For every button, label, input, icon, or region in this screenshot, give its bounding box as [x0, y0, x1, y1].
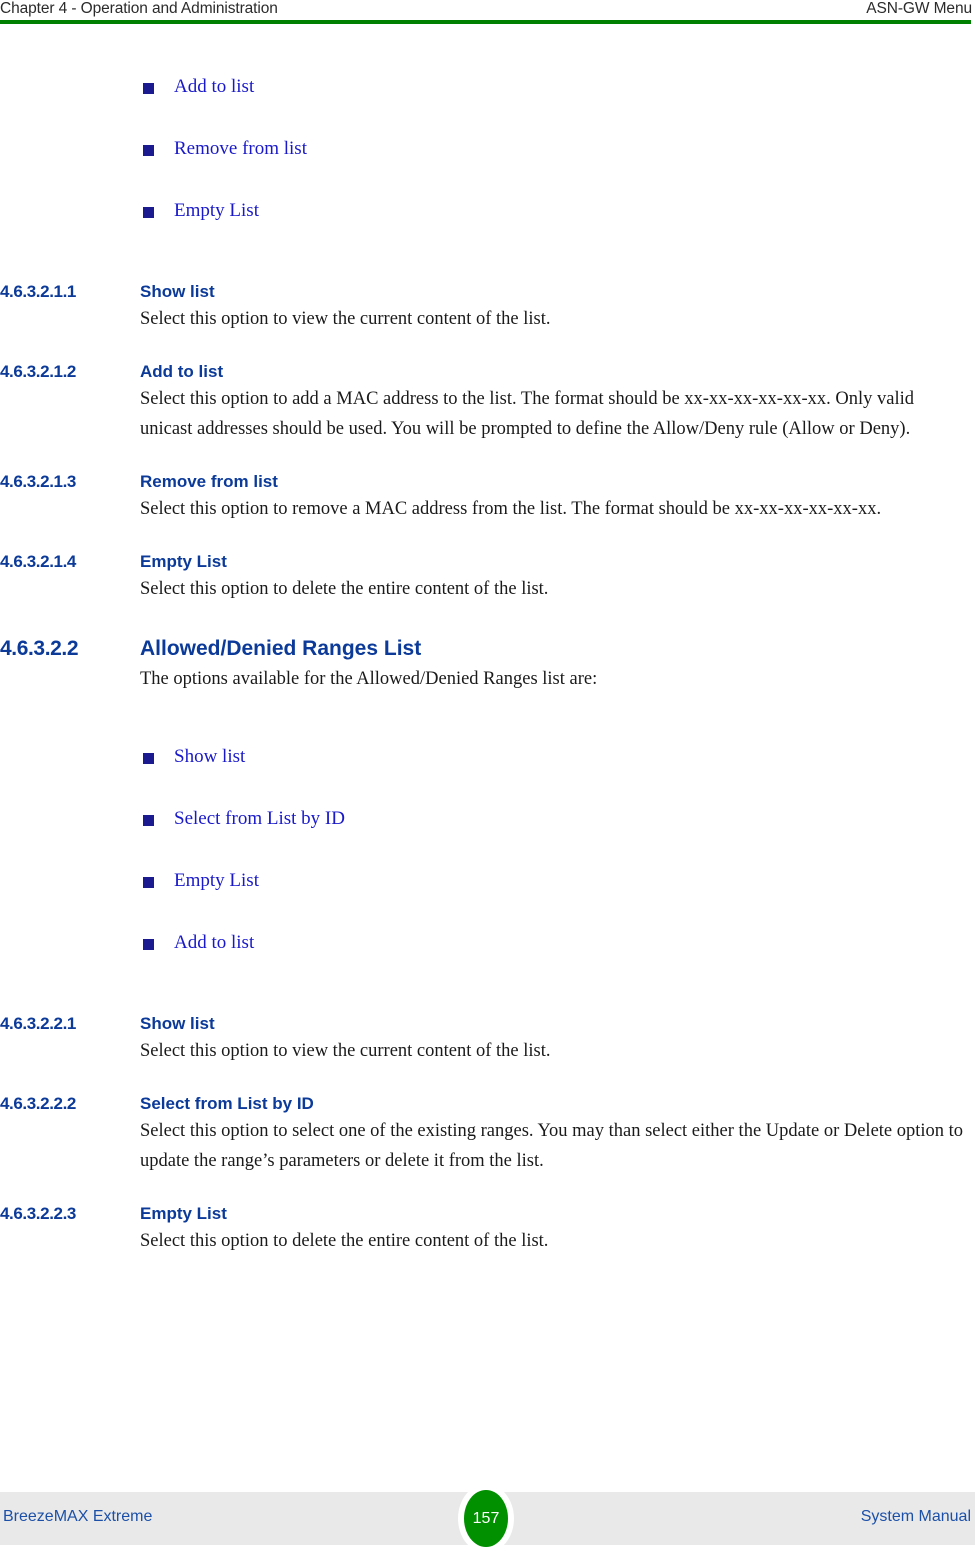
bullet-square-icon — [143, 939, 154, 950]
list-item: Empty List — [0, 868, 975, 930]
section-4-6-3-2-2: 4.6.3.2.2 Allowed/Denied Ranges List The… — [0, 634, 975, 694]
ranges-list-options: Show list Select from List by ID Empty L… — [0, 744, 975, 992]
section-title: Select from List by ID — [140, 1094, 314, 1113]
section-body: Select this option to remove a MAC addre… — [140, 499, 882, 519]
section-number: 4.6.3.2.1.2 — [0, 362, 76, 381]
section-body: Select this option to delete the entire … — [140, 579, 549, 599]
list-item: Remove from list — [0, 136, 975, 198]
section-body: The options available for the Allowed/De… — [140, 669, 598, 689]
list-item-label: Add to list — [174, 932, 255, 953]
section-title: Remove from list — [140, 472, 278, 491]
section-heading: 4.6.3.2.2.2 Select from List by ID — [0, 1092, 975, 1116]
bullet-square-icon — [143, 83, 154, 94]
section-number: 4.6.3.2.1.3 — [0, 472, 76, 491]
list-item: Select from List by ID — [0, 806, 975, 868]
list-item-label: Show list — [174, 746, 246, 767]
document-content: Add to list Remove from list Empty List … — [0, 24, 975, 1256]
section-body: Select this option to view the current c… — [140, 309, 551, 329]
section-title: Add to list — [140, 362, 224, 381]
bullet-square-icon — [143, 753, 154, 764]
section-heading: 4.6.3.2.2.1 Show list — [0, 1012, 975, 1036]
section-number: 4.6.3.2.2.2 — [0, 1094, 76, 1113]
list-item: Empty List — [0, 198, 975, 260]
section-heading: 4.6.3.2.1.3 Remove from list — [0, 470, 975, 494]
section-body: Select this option to view the current c… — [140, 1041, 551, 1061]
list-item-label: Select from List by ID — [174, 808, 345, 829]
section-number: 4.6.3.2.1.1 — [0, 282, 76, 301]
bullet-square-icon — [143, 815, 154, 826]
section-4-6-3-2-1-4: 4.6.3.2.1.4 Empty List Select this optio… — [0, 550, 975, 604]
list-item: Add to list — [0, 74, 975, 136]
page-number: 157 — [464, 1490, 508, 1547]
spacer-after-second-list — [0, 992, 975, 1012]
section-body: Select this option to delete the entire … — [140, 1231, 549, 1251]
section-heading: 4.6.3.2.2.3 Empty List — [0, 1202, 975, 1226]
mac-list-options: Add to list Remove from list Empty List — [0, 74, 975, 260]
bullet-square-icon — [143, 877, 154, 888]
section-heading: 4.6.3.2.1.2 Add to list — [0, 360, 975, 384]
section-number: 4.6.3.2.1.4 — [0, 552, 76, 571]
bullet-square-icon — [143, 207, 154, 218]
section-4-6-3-2-1-2: 4.6.3.2.1.2 Add to list Select this opti… — [0, 360, 975, 444]
section-number: 4.6.3.2.2 — [0, 637, 79, 660]
list-item-label: Add to list — [174, 76, 255, 97]
section-title: Empty List — [140, 552, 227, 571]
list-item-label: Empty List — [174, 200, 259, 221]
list-item: Add to list — [0, 930, 975, 992]
section-heading: 4.6.3.2.1.4 Empty List — [0, 550, 975, 574]
section-4-6-3-2-1-3: 4.6.3.2.1.3 Remove from list Select this… — [0, 470, 975, 524]
page-footer: BreezeMAX Extreme 157 System Manual — [0, 1484, 975, 1553]
section-number: 4.6.3.2.2.3 — [0, 1204, 76, 1223]
section-4-6-3-2-2-2: 4.6.3.2.2.2 Select from List by ID Selec… — [0, 1092, 975, 1176]
spacer-before-second-list — [0, 694, 975, 744]
list-item: Show list — [0, 744, 975, 806]
section-4-6-3-2-2-1: 4.6.3.2.2.1 Show list Select this option… — [0, 1012, 975, 1066]
list-item-label: Empty List — [174, 870, 259, 891]
footer-product-name: BreezeMAX Extreme — [3, 1508, 153, 1525]
section-title: Show list — [140, 1014, 215, 1033]
bullet-square-icon — [143, 145, 154, 156]
section-4-6-3-2-1-1: 4.6.3.2.1.1 Show list Select this option… — [0, 280, 975, 334]
section-title: Show list — [140, 282, 215, 301]
header-chapter-title: Chapter 4 - Operation and Administration — [0, 0, 278, 17]
section-number: 4.6.3.2.2.1 — [0, 1014, 76, 1033]
section-body: Select this option to select one of the … — [140, 1121, 964, 1171]
list-item-label: Remove from list — [174, 138, 307, 159]
footer-document-type: System Manual — [860, 1508, 971, 1525]
section-body: Select this option to add a MAC address … — [140, 389, 914, 439]
section-heading: 4.6.3.2.1.1 Show list — [0, 280, 975, 304]
section-4-6-3-2-2-3: 4.6.3.2.2.3 Empty List Select this optio… — [0, 1202, 975, 1256]
section-heading: 4.6.3.2.2 Allowed/Denied Ranges List — [0, 634, 975, 664]
section-title: Allowed/Denied Ranges List — [140, 637, 422, 660]
page-number-badge: 157 — [458, 1484, 514, 1553]
spacer-after-list — [0, 260, 975, 280]
header-section-title: ASN-GW Menu — [866, 0, 972, 17]
spacer-top — [0, 24, 975, 74]
section-title: Empty List — [140, 1204, 227, 1223]
